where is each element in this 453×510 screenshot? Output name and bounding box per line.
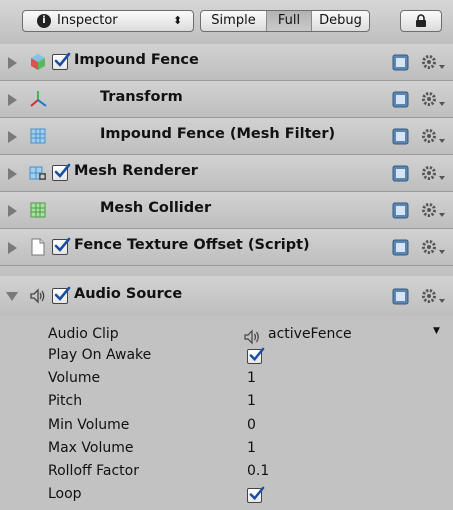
- checkmark-icon: [54, 237, 71, 252]
- updown-arrows-icon: ⬍: [173, 14, 182, 27]
- max-volume-value[interactable]: 1: [247, 440, 256, 456]
- component-transform[interactable]: Transform: [0, 81, 453, 118]
- mesh-collider-icon: [30, 202, 46, 218]
- component-name: Mesh Renderer: [74, 163, 198, 179]
- component-name: Transform: [100, 89, 183, 105]
- pitch-value[interactable]: 1: [247, 393, 256, 409]
- component-fence-texture-offset-script[interactable]: Fence Texture Offset (Script): [0, 229, 453, 266]
- mode-segmented-control: Simple Full Debug: [200, 10, 370, 32]
- checkmark-icon: [249, 486, 265, 501]
- mode-tab-full[interactable]: Full: [267, 11, 312, 31]
- property-label: Play On Awake: [48, 347, 152, 363]
- foldout-arrow-icon[interactable]: [8, 242, 17, 254]
- property-label: Pitch: [48, 393, 83, 409]
- checkmark-icon: [249, 347, 265, 362]
- component-name: Mesh Collider: [100, 200, 212, 216]
- inspector-dropdown[interactable]: i Inspector ⬍: [22, 10, 194, 32]
- component-name: Impound Fence (Mesh Filter): [100, 126, 336, 142]
- help-book-icon[interactable]: [392, 239, 409, 256]
- gear-icon[interactable]: [420, 287, 446, 305]
- inspector-toolbar: i Inspector ⬍ Simple Full Debug: [0, 0, 453, 45]
- property-label: Audio Clip: [48, 326, 119, 342]
- dropdown-arrow-icon[interactable]: ▼: [433, 326, 440, 336]
- foldout-arrow-icon[interactable]: [8, 205, 17, 217]
- audio-clip-value: activeFence: [268, 326, 352, 342]
- property-audio-clip: Audio Clip activeFence ▼: [0, 326, 453, 348]
- gear-icon[interactable]: [420, 127, 446, 145]
- help-book-icon[interactable]: [392, 54, 409, 71]
- enabled-checkbox[interactable]: [52, 286, 71, 304]
- inspector-dropdown-label: Inspector: [57, 13, 118, 28]
- help-book-icon[interactable]: [392, 165, 409, 182]
- play-on-awake-checkbox[interactable]: [247, 347, 265, 364]
- volume-value[interactable]: 1: [247, 370, 256, 386]
- enabled-checkbox[interactable]: [52, 163, 71, 181]
- help-book-icon[interactable]: [392, 202, 409, 219]
- component-audio-source[interactable]: Audio Source: [0, 276, 453, 316]
- property-label: Min Volume: [48, 417, 130, 433]
- component-name: Audio Source: [74, 286, 183, 302]
- min-volume-value[interactable]: 0: [247, 417, 256, 433]
- mode-tab-simple[interactable]: Simple: [201, 11, 267, 31]
- speaker-icon: [30, 288, 45, 304]
- mode-tab-debug[interactable]: Debug: [312, 11, 369, 31]
- component-name: Fence Texture Offset (Script): [74, 237, 310, 253]
- help-book-icon[interactable]: [392, 288, 409, 305]
- gear-icon[interactable]: [420, 90, 446, 108]
- property-label: Loop: [48, 486, 82, 502]
- help-book-icon[interactable]: [392, 91, 409, 108]
- foldout-arrow-icon[interactable]: [8, 168, 17, 180]
- foldout-open-arrow-icon[interactable]: [6, 292, 18, 301]
- property-label: Volume: [48, 370, 101, 386]
- lock-icon: [416, 14, 426, 27]
- inspector-panel: i Inspector ⬍ Simple Full Debug Impound …: [0, 0, 453, 510]
- help-book-icon[interactable]: [392, 128, 409, 145]
- gear-icon[interactable]: [420, 164, 446, 182]
- audio-clip-object-field[interactable]: activeFence ▼: [244, 326, 444, 346]
- component-mesh-filter[interactable]: Impound Fence (Mesh Filter): [0, 118, 453, 155]
- gear-icon[interactable]: [420, 238, 446, 256]
- enabled-checkbox[interactable]: [52, 237, 71, 255]
- component-mesh-collider[interactable]: Mesh Collider: [0, 192, 453, 229]
- loop-checkbox[interactable]: [247, 486, 265, 503]
- foldout-arrow-icon[interactable]: [8, 57, 17, 69]
- checkmark-icon: [54, 286, 71, 301]
- info-icon: i: [37, 14, 51, 28]
- property-label: Max Volume: [48, 440, 134, 456]
- enabled-checkbox[interactable]: [52, 52, 71, 70]
- script-document-icon: [31, 238, 45, 256]
- gear-icon[interactable]: [420, 201, 446, 219]
- foldout-arrow-icon[interactable]: [8, 131, 17, 143]
- checkmark-icon: [54, 52, 71, 67]
- audio-source-properties: Audio Clip activeFence ▼ Play On Awake V…: [0, 326, 453, 510]
- mesh-renderer-icon: [29, 166, 46, 180]
- component-mesh-renderer[interactable]: Mesh Renderer: [0, 155, 453, 192]
- foldout-arrow-icon[interactable]: [8, 94, 17, 106]
- property-label: Rolloff Factor: [48, 463, 139, 479]
- gear-icon[interactable]: [420, 53, 446, 71]
- lock-button[interactable]: [400, 10, 442, 32]
- mesh-filter-icon: [30, 128, 46, 144]
- transform-axes-icon: [30, 91, 47, 107]
- component-name: Impound Fence: [74, 52, 199, 68]
- speaker-icon: [244, 329, 259, 345]
- gameobject-cube-icon: [31, 54, 45, 70]
- rolloff-factor-value[interactable]: 0.1: [247, 463, 269, 479]
- component-impound-fence[interactable]: Impound Fence: [0, 44, 453, 81]
- checkmark-icon: [54, 163, 71, 178]
